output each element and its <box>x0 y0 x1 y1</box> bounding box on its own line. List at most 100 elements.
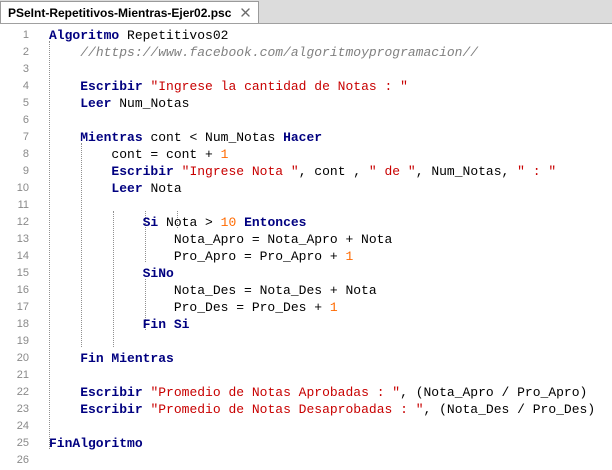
code-line[interactable]: 5 Leer Num_Notas <box>0 95 612 112</box>
number-token: 1 <box>220 147 229 162</box>
text-token: , cont , <box>298 164 369 179</box>
code-line[interactable]: 15 SiNo <box>0 265 612 282</box>
code-line[interactable]: 14 Pro_Apro = Pro_Apro + 1 <box>0 248 612 265</box>
string-token: "Promedio de Notas Desaprobadas : " <box>150 402 424 417</box>
code-line[interactable]: 8 cont = cont + 1 <box>0 146 612 163</box>
code-text: Nota_Des = Nota_Des + Nota <box>49 282 377 299</box>
line-number: 4 <box>22 80 29 92</box>
string-token: " de " <box>368 164 416 179</box>
line-number: 10 <box>16 182 29 194</box>
line-number: 18 <box>16 318 29 330</box>
string-token: "Ingrese Nota " <box>181 164 299 179</box>
code-line[interactable]: 3 <box>0 61 612 78</box>
line-number: 25 <box>16 437 29 449</box>
code-line[interactable]: 23 Escribir "Promedio de Notas Desaproba… <box>0 401 612 418</box>
code-line[interactable]: 26 <box>0 452 612 469</box>
tab-bar: PSeInt-Repetitivos-Mientras-Ejer02.psc <box>0 0 612 24</box>
number-token: 1 <box>345 249 354 264</box>
keyword-token: Fin Mientras <box>80 351 174 366</box>
code-editor[interactable]: 1 Algoritmo Repetitivos02 2 //https://www.… <box>0 24 612 470</box>
text-token: Num_Notas <box>111 96 190 111</box>
code-text: Escribir "Ingrese la cantidad de Notas :… <box>49 78 408 95</box>
code-text: Escribir "Ingrese Nota ", cont , " de ",… <box>49 163 556 180</box>
keyword-token: Leer <box>80 96 112 111</box>
code-line[interactable]: 10 Leer Nota <box>0 180 612 197</box>
line-number: 22 <box>16 386 29 398</box>
comment-token: //https://www.facebook.com/algoritmoypro… <box>80 45 479 60</box>
close-icon[interactable] <box>239 6 252 19</box>
code-line[interactable]: 6 <box>0 112 612 129</box>
file-tab-title: PSeInt-Repetitivos-Mientras-Ejer02.psc <box>8 5 232 20</box>
keyword-token: Hacer <box>283 130 323 145</box>
keyword-token: FinAlgoritmo <box>49 436 143 451</box>
line-number: 2 <box>22 46 29 58</box>
code-line[interactable]: 17 Pro_Des = Pro_Des + 1 <box>0 299 612 316</box>
keyword-token: Fin Si <box>142 317 190 332</box>
code-line[interactable]: 13 Nota_Apro = Nota_Apro + Nota <box>0 231 612 248</box>
code-line[interactable]: 1 Algoritmo Repetitivos02 <box>0 27 612 44</box>
code-line[interactable]: 11 <box>0 197 612 214</box>
line-number: 1 <box>22 29 29 41</box>
code-text: Pro_Apro = Pro_Apro + 1 <box>49 248 353 265</box>
line-number: 20 <box>16 352 29 364</box>
number-token: 10 <box>220 215 237 230</box>
keyword-token: Entonces <box>244 215 307 230</box>
code-line[interactable]: 19 <box>0 333 612 350</box>
line-number: 21 <box>16 369 29 381</box>
code-text: Algoritmo Repetitivos02 <box>49 27 228 44</box>
line-number: 15 <box>16 267 29 279</box>
code-text: //https://www.facebook.com/algoritmoypro… <box>49 44 478 61</box>
keyword-token: Escribir <box>80 79 143 94</box>
code-text: Leer Num_Notas <box>49 95 189 112</box>
code-line[interactable]: 24 <box>0 418 612 435</box>
code-line[interactable]: 16 Nota_Des = Nota_Des + Nota <box>0 282 612 299</box>
code-text: Pro_Des = Pro_Des + 1 <box>49 299 338 316</box>
text-token: Nota <box>142 181 182 196</box>
text-token: cont < Num_Notas <box>142 130 284 145</box>
keyword-token: SiNo <box>142 266 174 281</box>
keyword-token: Algoritmo <box>49 28 120 43</box>
code-line[interactable]: 4 Escribir "Ingrese la cantidad de Notas… <box>0 78 612 95</box>
code-line[interactable]: 12 Si Nota > 10 Entonces <box>0 214 612 231</box>
code-line[interactable]: 25 FinAlgoritmo <box>0 435 612 452</box>
text-token: , (Nota_Apro / Pro_Apro) <box>400 385 588 400</box>
text-token: Repetitivos02 <box>119 28 229 43</box>
code-text: Fin Mientras <box>49 350 174 367</box>
code-text: cont = cont + 1 <box>49 146 228 163</box>
code-line[interactable]: 9 Escribir "Ingrese Nota ", cont , " de … <box>0 163 612 180</box>
code-line[interactable]: 18 Fin Si <box>0 316 612 333</box>
line-number: 8 <box>22 148 29 160</box>
code-line[interactable]: 21 <box>0 367 612 384</box>
keyword-token: Mientras <box>80 130 143 145</box>
code-line[interactable]: 22 Escribir "Promedio de Notas Aprobadas… <box>0 384 612 401</box>
keyword-token: Escribir <box>111 164 174 179</box>
keyword-token: Si <box>142 215 159 230</box>
code-line[interactable]: 20 Fin Mientras <box>0 350 612 367</box>
code-text: Escribir "Promedio de Notas Desaprobadas… <box>49 401 595 418</box>
code-text: Escribir "Promedio de Notas Aprobadas : … <box>49 384 587 401</box>
code-line[interactable]: 7 Mientras cont < Num_Notas Hacer <box>0 129 612 146</box>
line-number: 19 <box>16 335 29 347</box>
code-text: Si Nota > 10 Entonces <box>49 214 307 231</box>
line-number: 24 <box>16 420 29 432</box>
keyword-token: Leer <box>111 181 143 196</box>
file-tab[interactable]: PSeInt-Repetitivos-Mientras-Ejer02.psc <box>0 1 260 23</box>
line-number: 7 <box>22 131 29 143</box>
code-line[interactable]: 2 //https://www.facebook.com/algoritmoyp… <box>0 44 612 61</box>
string-token: "Ingrese la cantidad de Notas : " <box>150 79 408 94</box>
code-text: SiNo <box>49 265 174 282</box>
text-token: Pro_Des = Pro_Des + <box>49 300 330 315</box>
string-token: " : " <box>517 164 557 179</box>
